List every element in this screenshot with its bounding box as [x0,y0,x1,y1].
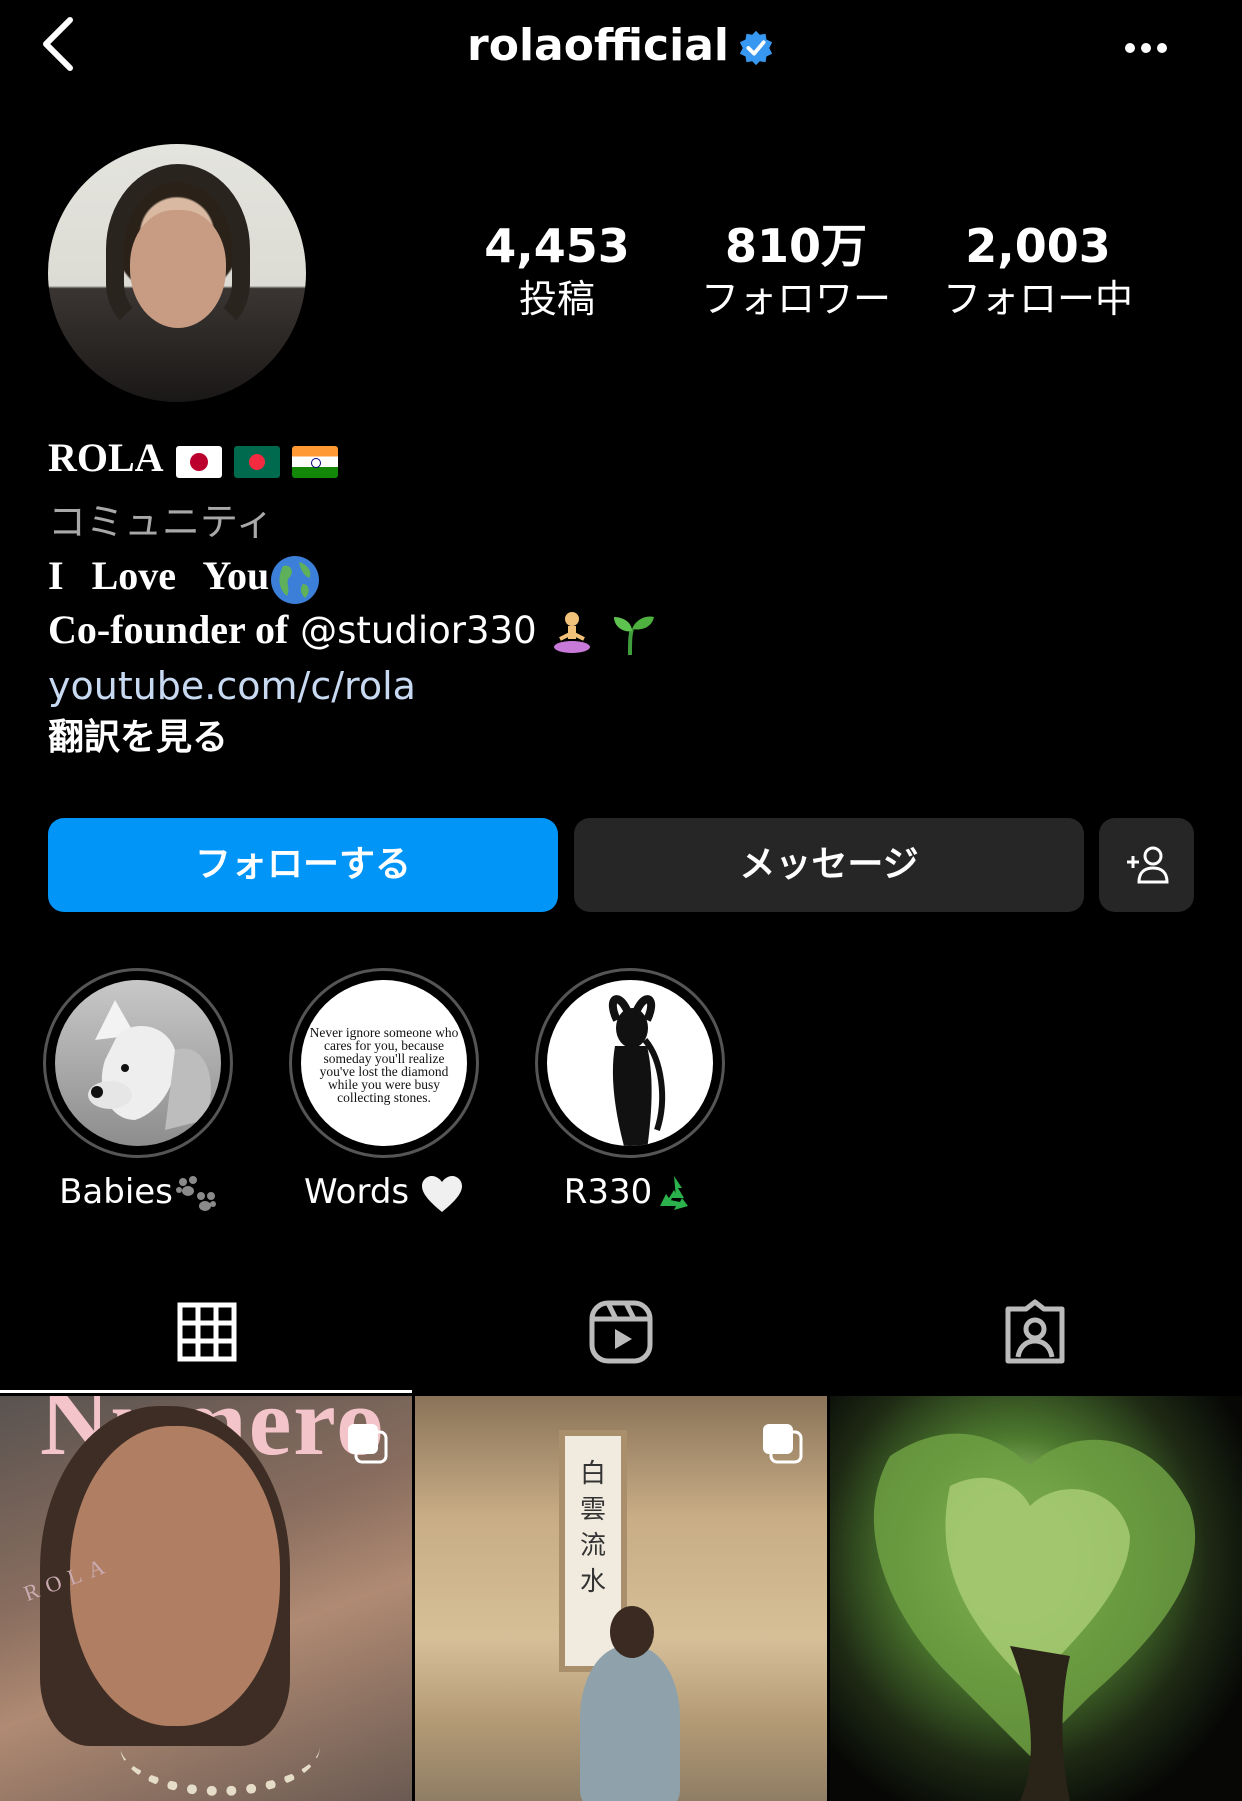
bio-line-cofounder: Co-founder of @studior330 [48,604,656,657]
highlight-words[interactable]: Never ignore someone who cares for you, … [284,968,484,1216]
tab-reels[interactable] [414,1290,828,1374]
reels-icon [589,1300,653,1364]
tab-posts-grid[interactable] [0,1290,414,1374]
following-count-label: フォロー中 [942,277,1133,321]
post-2-kimono [580,1646,680,1801]
posts-count-label: 投稿 [518,277,595,321]
grid-icon [177,1302,237,1362]
followers-count-value: 810万 [724,219,868,273]
globe-icon [271,555,320,604]
highlight-babies-label: Babies [38,1168,238,1216]
tab-tagged[interactable] [828,1290,1242,1374]
post-tile-3[interactable] [830,1396,1242,1801]
more-options-button[interactable] [1120,28,1180,68]
tagged-person-icon [1005,1299,1065,1364]
add-user-icon [1126,846,1169,884]
forest-canopy-image [873,1433,1196,1801]
profile-username-header: rolaofficial [0,14,1242,78]
meditation-icon [554,611,591,653]
paw-prints-icon [175,1175,216,1211]
silhouette-icon [608,995,666,1146]
quote-card-text: Never ignore someone who cares for you, … [309,1025,459,1105]
highlight-words-label: Words [284,1168,484,1216]
profile-avatar[interactable] [48,144,306,402]
highlight-r330[interactable]: R330 [530,968,730,1216]
display-name-text: ROLA [48,435,164,480]
bio-website-link[interactable]: youtube.com/c/rola [48,660,416,712]
carousel-icon [348,1424,388,1464]
bio-cofounder-text: Co-founder of [48,607,289,652]
quote-card: Never ignore someone who cares for you, … [301,980,467,1146]
bangladesh-flag-icon [233,445,280,478]
suggested-users-button[interactable] [1099,818,1194,912]
highlight-words-text: Words [304,1172,410,1212]
dog-photo [55,980,221,1146]
silhouette-photo [547,980,713,1146]
message-button[interactable]: メッセージ [574,818,1084,912]
india-flag-icon [291,445,338,478]
avatar-face [130,210,226,328]
carousel-icon [763,1424,803,1464]
dog-icon [88,1000,211,1130]
highlight-ring: Never ignore someone who cares for you, … [289,968,479,1158]
post-2-head [610,1606,654,1658]
highlight-babies[interactable]: Babies [38,968,238,1216]
post-1-necklace [120,1696,320,1796]
highlight-babies-text: Babies [59,1172,173,1212]
posts-count-value: 4,453 [484,219,630,273]
seedling-icon [614,616,655,655]
highlight-r330-label: R330 [530,1168,730,1216]
highlight-r330-text: R330 [563,1172,653,1212]
recycle-icon [660,1175,689,1210]
follow-button[interactable]: フォローする [48,818,558,912]
profile-display-name: ROLA [48,432,338,484]
more-dots-icon [1125,43,1167,53]
followers-count[interactable]: 810万 フォロワー [686,216,906,322]
active-tab-indicator [0,1390,412,1393]
see-translation-link[interactable]: 翻訳を見る [48,712,228,764]
post-tile-1[interactable]: Numero ROLA [0,1396,412,1801]
profile-category: コミュニティ [48,500,274,544]
bio-love-text: I Love You [48,553,270,598]
username-text: rolaofficial [467,20,729,71]
followers-count-label: フォロワー [700,277,891,321]
japan-flag-icon [175,445,222,478]
posts-count[interactable]: 4,453 投稿 [447,216,667,322]
verified-badge-icon [739,30,773,66]
post-tile-2[interactable]: 白雲流水 [415,1396,827,1801]
highlight-ring [535,968,725,1158]
bio-line-love: I Love You [48,550,321,606]
white-heart-icon [421,1175,462,1212]
scroll-calligraphy: 白雲流水 [579,1459,606,1596]
studior330-mention-link[interactable]: @studior330 [300,609,536,652]
following-count-value: 2,003 [965,219,1111,273]
highlight-ring [43,968,233,1158]
following-count[interactable]: 2,003 フォロー中 [928,216,1148,322]
